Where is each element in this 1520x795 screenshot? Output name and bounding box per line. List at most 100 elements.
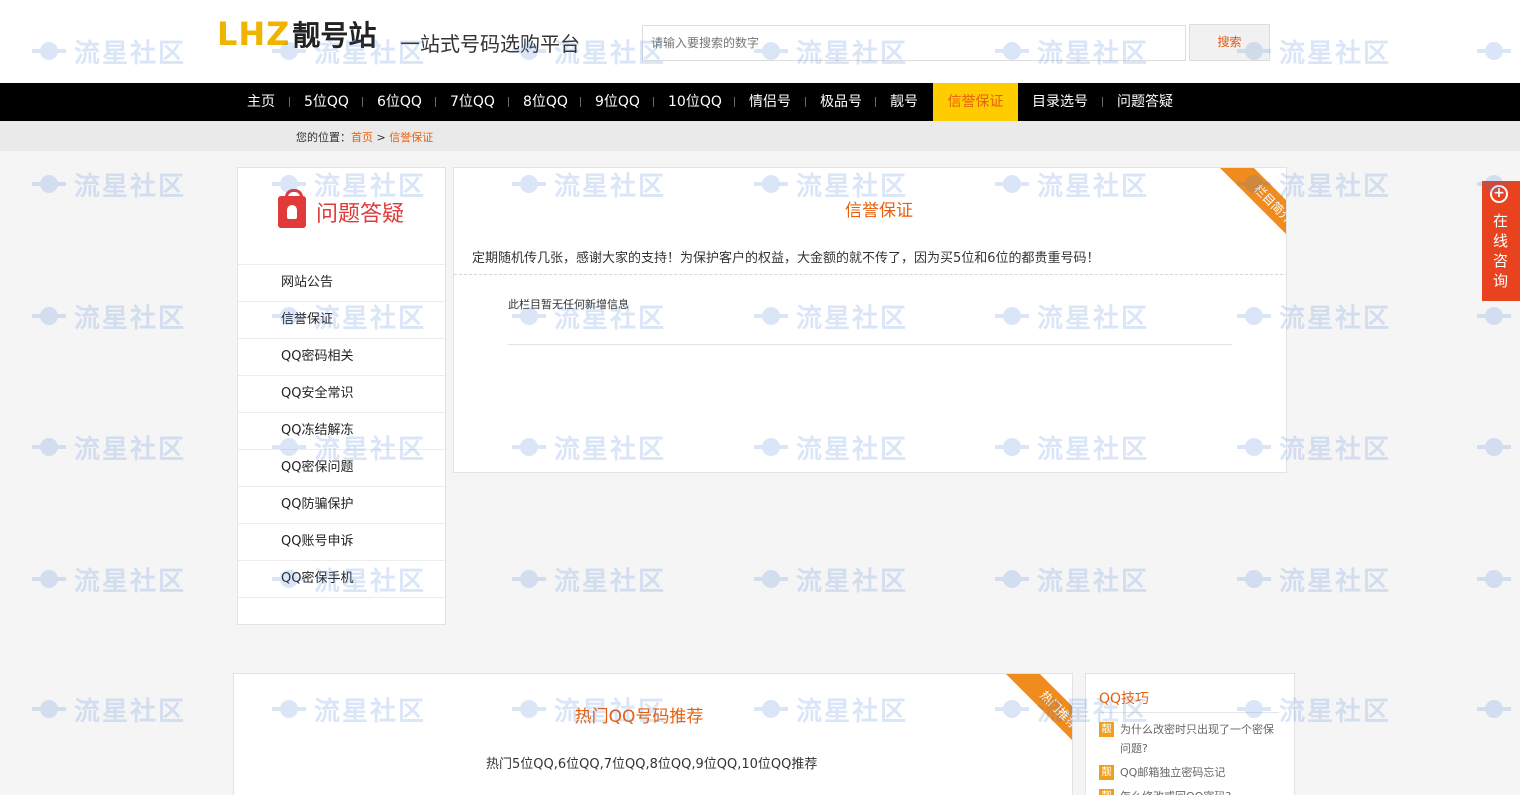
watermark-icon: [30, 165, 68, 203]
watermark-icon: [993, 560, 1031, 598]
search-input[interactable]: [643, 26, 1185, 60]
nav-separator: [1102, 97, 1103, 107]
divider: [1099, 712, 1279, 713]
watermark-icon: [752, 560, 790, 598]
watermark-text: 流星社区: [554, 566, 667, 597]
sidebar-item-secret-question[interactable]: QQ密保问题: [238, 449, 445, 486]
sidebar-item-anti-fraud[interactable]: QQ防骗保护: [238, 486, 445, 523]
watermark-logo: 流星社区: [510, 560, 666, 598]
sidebar-item-credit[interactable]: 信誉保证: [238, 301, 445, 338]
watermark-logo: [1475, 560, 1513, 598]
nav-item-home[interactable]: 主页: [247, 83, 275, 121]
breadcrumb-prefix: 您的位置：: [296, 131, 351, 144]
nav-item-pretty[interactable]: 靓号: [890, 83, 918, 121]
tip-text[interactable]: QQ邮箱独立密码忘记: [1120, 763, 1225, 782]
nav-separator: [734, 97, 735, 107]
online-consult-button[interactable]: + 在线咨询: [1482, 181, 1520, 301]
watermark-icon: [30, 428, 68, 466]
sidebar-item-secure-phone[interactable]: QQ密保手机: [238, 560, 445, 597]
watermark-icon: [30, 560, 68, 598]
empty-message: 此栏目暂无任何新增信息: [508, 298, 629, 311]
watermark-text: 流星社区: [74, 696, 187, 727]
nav-separator: [805, 97, 806, 107]
sidebar-item-end: [238, 597, 445, 598]
nav-item-catalog[interactable]: 目录选号: [1032, 83, 1088, 121]
search-box: [642, 25, 1186, 61]
nav-separator: [435, 97, 436, 107]
hot-recommend-panel: 热门QQ号码推荐 热门推荐 热门5位QQ,6位QQ,7位QQ,8位QQ,9位QQ…: [233, 673, 1073, 795]
nav-separator: [508, 97, 509, 107]
watermark-text: 流星社区: [796, 566, 909, 597]
nav-item-premium[interactable]: 极品号: [820, 83, 862, 121]
site-slogan: 一站式号码选购平台: [400, 32, 580, 56]
nav-item-8qq[interactable]: 8位QQ: [523, 83, 568, 121]
logo-name: 靓号站: [292, 19, 377, 52]
watermark-icon: [30, 297, 68, 335]
watermark-text: 流星社区: [1279, 696, 1392, 727]
logo-mark: LHZ: [217, 15, 291, 53]
watermark-text: 流星社区: [74, 171, 187, 202]
breadcrumb-bar: 您的位置：首页 > 信誉保证: [0, 121, 1520, 151]
watermark-text: 流星社区: [74, 566, 187, 597]
nav-separator: [875, 97, 876, 107]
watermark-logo: 流星社区: [993, 560, 1149, 598]
watermark-text: 流星社区: [1037, 566, 1150, 597]
watermark-logo: [1475, 428, 1513, 466]
tip-text[interactable]: 怎么修改或回QQ密码?: [1120, 787, 1231, 795]
nav-separator: [362, 97, 363, 107]
sidebar-item-security[interactable]: QQ安全常识: [238, 375, 445, 412]
search-button[interactable]: 搜索: [1189, 24, 1270, 61]
shopping-bag-icon: [278, 189, 306, 228]
consult-label: 在线咨询: [1493, 212, 1509, 290]
tip-item[interactable]: 靓 怎么修改或回QQ密码?: [1099, 787, 1284, 795]
watermark-icon: [510, 560, 548, 598]
tip-text[interactable]: 为什么改密时只出现了一个密保问题?: [1120, 720, 1284, 758]
nav-item-5qq[interactable]: 5位QQ: [304, 83, 349, 121]
main-nav: 主页 5位QQ 6位QQ 7位QQ 8位QQ 9位QQ 10位QQ 情侣号 极品…: [0, 83, 1520, 121]
watermark-icon: [1475, 690, 1513, 728]
watermark-logo: 流星社区: [752, 560, 908, 598]
nav-item-credit[interactable]: 信誉保证: [933, 83, 1018, 121]
breadcrumb: 您的位置：首页 > 信誉保证: [296, 129, 433, 145]
badge-icon: 靓: [1099, 765, 1114, 780]
sidebar-list: 网站公告 信誉保证 QQ密码相关 QQ安全常识 QQ冻结解冻 QQ密保问题 QQ…: [238, 264, 445, 598]
sidebar-title: 问题答疑: [278, 189, 405, 228]
tip-item[interactable]: 靓 QQ邮箱独立密码忘记: [1099, 763, 1284, 782]
site-logo[interactable]: LHZ 靓号站: [217, 14, 376, 54]
sidebar-item-announcement[interactable]: 网站公告: [238, 264, 445, 301]
nav-item-faq[interactable]: 问题答疑: [1117, 83, 1173, 121]
nav-item-7qq[interactable]: 7位QQ: [450, 83, 495, 121]
nav-item-6qq[interactable]: 6位QQ: [377, 83, 422, 121]
page-description: 定期随机传几张，感谢大家的支持！为保护客户的权益，大金额的就不传了，因为买5位和…: [472, 251, 1100, 266]
watermark-icon: [1475, 297, 1513, 335]
badge-icon: 靓: [1099, 722, 1114, 737]
breadcrumb-separator: >: [376, 131, 386, 144]
sidebar-item-appeal[interactable]: QQ账号申诉: [238, 523, 445, 560]
watermark-text: 流星社区: [74, 434, 187, 465]
watermark-icon: [1235, 560, 1273, 598]
nav-item-9qq[interactable]: 9位QQ: [595, 83, 640, 121]
hot-title: 热门QQ号码推荐: [574, 707, 704, 727]
watermark-text: 流星社区: [1279, 566, 1392, 597]
watermark-logo: 流星社区: [1235, 560, 1391, 598]
badge-icon: 靓: [1099, 789, 1114, 795]
watermark-text: 流星社区: [1279, 171, 1392, 202]
nav-separator: [580, 97, 581, 107]
tip-item[interactable]: 靓 为什么改密时只出现了一个密保问题?: [1099, 720, 1284, 758]
main-panel: 信誉保证 栏目简介 定期随机传几张，感谢大家的支持！为保护客户的权益，大金额的就…: [453, 167, 1287, 473]
watermark-logo: 流星社区: [30, 297, 186, 335]
nav-item-couple[interactable]: 情侣号: [749, 83, 791, 121]
hot-description: 热门5位QQ,6位QQ,7位QQ,8位QQ,9位QQ,10位QQ推荐: [486, 757, 818, 772]
page-title: 信誉保证: [845, 201, 913, 221]
sidebar-item-password[interactable]: QQ密码相关: [238, 338, 445, 375]
breadcrumb-home[interactable]: 首页: [351, 131, 373, 144]
watermark-icon: [1475, 560, 1513, 598]
watermark-logo: 流星社区: [30, 428, 186, 466]
sidebar-title-text: 问题答疑: [316, 202, 405, 227]
divider: [508, 344, 1232, 345]
sidebar-item-freeze[interactable]: QQ冻结解冻: [238, 412, 445, 449]
watermark-logo: 流星社区: [30, 690, 186, 728]
breadcrumb-current[interactable]: 信誉保证: [389, 131, 433, 144]
nav-item-10qq[interactable]: 10位QQ: [668, 83, 722, 121]
watermark-logo: 流星社区: [30, 560, 186, 598]
